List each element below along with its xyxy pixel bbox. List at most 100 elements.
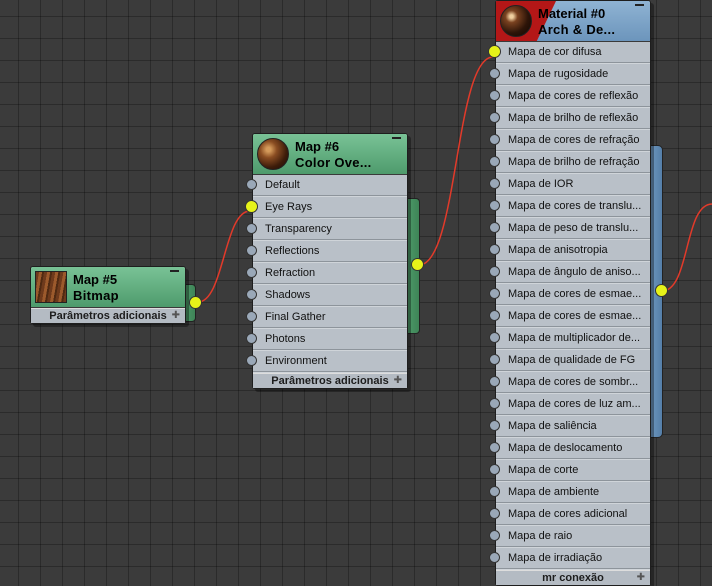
material-header[interactable]: Material #0 Arch & De... (496, 1, 650, 42)
map6-input-socket[interactable] (246, 311, 257, 322)
collapse-icon[interactable] (170, 270, 179, 272)
material-slot-label: Mapa de cores de translu... (508, 200, 642, 212)
material-slot-row[interactable]: Mapa de cores de sombr... (489, 372, 650, 394)
material-input-socket[interactable] (489, 244, 500, 255)
material-slot-label: Mapa de cores adicional (508, 508, 628, 520)
material-slot-row[interactable]: Mapa de cores adicional (489, 504, 650, 526)
wire-material-output[interactable] (661, 203, 712, 292)
material-title: Material #0 (538, 6, 606, 21)
map6-input-socket[interactable] (246, 245, 257, 256)
expand-plus-icon[interactable]: ✚ (394, 374, 402, 388)
material-slot-row[interactable]: Mapa de irradiação (489, 548, 650, 570)
map6-input-socket[interactable] (246, 267, 257, 278)
material-slot-row[interactable]: Mapa de rugosidade (489, 64, 650, 86)
material-input-socket[interactable] (489, 90, 500, 101)
map6-header[interactable]: Map #6 Color Ove... (253, 134, 407, 175)
expand-plus-icon[interactable]: ✚ (172, 309, 180, 323)
material-slot-row[interactable]: Mapa de cores de esmae... (489, 284, 650, 306)
material-slot-row[interactable]: Mapa de raio (489, 526, 650, 548)
map5-title: Map #5 (73, 272, 118, 287)
map6-slot-row[interactable]: Shadows (246, 285, 407, 307)
map6-input-socket[interactable] (246, 223, 257, 234)
material-slot-label: Mapa de anisotropia (508, 244, 608, 256)
node-material0[interactable]: Material #0 Arch & De... Mapa de cor dif… (488, 0, 651, 586)
material-slot-row[interactable]: Mapa de cores de luz am... (489, 394, 650, 416)
material-input-socket[interactable] (489, 266, 500, 277)
map6-slot-row[interactable]: Final Gather (246, 307, 407, 329)
material-input-socket[interactable] (489, 288, 500, 299)
material-slot-row[interactable]: Mapa de cores de reflexão (489, 86, 650, 108)
material-input-socket[interactable] (489, 486, 500, 497)
wire-map6-to-material[interactable] (418, 56, 494, 266)
material-slot-row[interactable]: Mapa de cores de esmae... (489, 306, 650, 328)
material-input-socket[interactable] (489, 354, 500, 365)
material-input-socket[interactable] (489, 420, 500, 431)
material-slot-row[interactable]: Mapa de multiplicador de... (489, 328, 650, 350)
map6-input-socket[interactable] (246, 333, 257, 344)
material-input-socket[interactable] (489, 398, 500, 409)
material-input-socket[interactable] (489, 200, 500, 211)
collapse-icon[interactable] (392, 137, 401, 139)
map6-slot-row[interactable]: Default (246, 175, 407, 197)
map6-slot-label: Eye Rays (265, 201, 313, 213)
material-slot-label: Mapa de qualidade de FG (508, 354, 636, 366)
wire-map5-to-map6[interactable] (197, 210, 251, 303)
material-slot-row[interactable]: Mapa de corte (489, 460, 650, 482)
material-slot-row[interactable]: Mapa de saliência (489, 416, 650, 438)
expand-plus-icon[interactable]: ✚ (637, 571, 645, 585)
map5-footer[interactable]: Parâmetros adicionais ✚ (31, 308, 185, 323)
node-map5[interactable]: Map #5 Bitmap Parâmetros adicionais ✚ (30, 266, 186, 324)
material-slot-row[interactable]: Mapa de cor difusa (488, 42, 650, 64)
map6-input-socket[interactable] (246, 289, 257, 300)
material-footer[interactable]: mr conexão ✚ (496, 570, 650, 585)
material-slot-row[interactable]: Mapa de peso de translu... (489, 218, 650, 240)
material-slot-row[interactable]: Mapa de brilho de reflexão (489, 108, 650, 130)
material-slot-row[interactable]: Mapa de ângulo de aniso... (489, 262, 650, 284)
material-slot-row[interactable]: Mapa de ambiente (489, 482, 650, 504)
map6-input-socket[interactable] (246, 179, 257, 190)
material-input-socket[interactable] (489, 178, 500, 189)
map6-slot-label: Reflections (265, 245, 320, 257)
material-output-socket[interactable] (655, 284, 668, 297)
map6-slot-row[interactable]: Eye Rays (245, 197, 407, 219)
material-slot-row[interactable]: Mapa de deslocamento (489, 438, 650, 460)
material-input-socket[interactable] (489, 332, 500, 343)
material-slot-row[interactable]: Mapa de IOR (489, 174, 650, 196)
map6-slot-label: Default (265, 179, 300, 191)
map6-output-socket[interactable] (411, 258, 424, 271)
collapse-icon[interactable] (635, 4, 644, 6)
material-slot-row[interactable]: Mapa de cores de refração (489, 130, 650, 152)
material-sphere-thumbnail-icon (500, 5, 532, 37)
node-map6[interactable]: Map #6 Color Ove... Default Eye Rays Trans… (245, 133, 408, 389)
material-slot-label: Mapa de ângulo de aniso... (508, 266, 641, 278)
map5-output-socket[interactable] (189, 296, 202, 309)
material-slot-row[interactable]: Mapa de anisotropia (489, 240, 650, 262)
map6-slot-row[interactable]: Reflections (246, 241, 407, 263)
map6-slot-row[interactable]: Transparency (246, 219, 407, 241)
material-slot-row[interactable]: Mapa de qualidade de FG (489, 350, 650, 372)
material-slot-row[interactable]: Mapa de brilho de refração (489, 152, 650, 174)
material-input-socket[interactable] (489, 222, 500, 233)
map6-input-socket[interactable] (245, 200, 258, 213)
material-input-socket[interactable] (489, 310, 500, 321)
material-input-socket[interactable] (489, 552, 500, 563)
map6-footer[interactable]: Parâmetros adicionais ✚ (253, 373, 407, 388)
material-slot-row[interactable]: Mapa de cores de translu... (489, 196, 650, 218)
material-slot-label: Mapa de irradiação (508, 552, 603, 564)
material-input-socket[interactable] (488, 45, 501, 58)
material-input-socket[interactable] (489, 508, 500, 519)
material-input-socket[interactable] (489, 112, 500, 123)
map6-slot-row[interactable]: Photons (246, 329, 407, 351)
material-input-socket[interactable] (489, 376, 500, 387)
material-input-socket[interactable] (489, 464, 500, 475)
material-input-socket[interactable] (489, 68, 500, 79)
material-slot-label: Mapa de cores de reflexão (508, 90, 639, 102)
map6-slot-row[interactable]: Refraction (246, 263, 407, 285)
material-input-socket[interactable] (489, 134, 500, 145)
material-input-socket[interactable] (489, 530, 500, 541)
material-input-socket[interactable] (489, 442, 500, 453)
map5-header[interactable]: Map #5 Bitmap (31, 267, 185, 308)
material-input-socket[interactable] (489, 156, 500, 167)
map6-input-socket[interactable] (246, 355, 257, 366)
map6-slot-row[interactable]: Environment (246, 351, 407, 373)
